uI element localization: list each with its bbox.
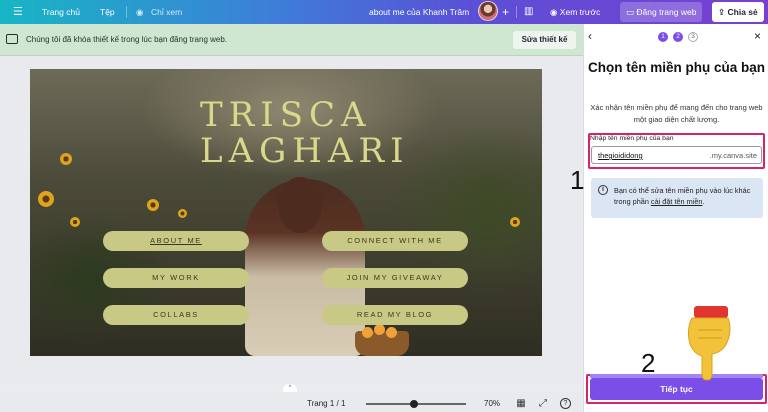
- info-icon: i: [598, 185, 608, 195]
- share-button[interactable]: ⇪ Chia sẻ: [712, 2, 764, 22]
- panel-subtitle: Xác nhận tên miền phụ để mang đến cho tr…: [590, 103, 763, 124]
- eye-icon: ◉: [136, 7, 144, 17]
- help-icon[interactable]: ?: [560, 398, 571, 409]
- nav-button-giveaway[interactable]: JOIN MY GIVEAWAY: [322, 268, 468, 288]
- publish-label: Đăng trang web: [636, 7, 697, 17]
- chevron-up-icon[interactable]: ^: [283, 384, 297, 392]
- pointing-hand-icon: [687, 306, 731, 381]
- chevron-left-icon[interactable]: ‹: [588, 29, 592, 43]
- share-label: Chia sẻ: [727, 7, 758, 17]
- nav-button-about-me[interactable]: ABOUT ME: [103, 231, 249, 251]
- close-icon[interactable]: ×: [754, 29, 761, 43]
- orange: [362, 327, 373, 338]
- annotation-step-2: 2: [641, 348, 656, 378]
- nav-button-collabs[interactable]: COLLABS: [103, 305, 249, 325]
- zoom-level[interactable]: 70%: [484, 392, 500, 412]
- bottom-bar: Trang 1 / 1 70% ▦ ⤢ ?: [0, 392, 583, 412]
- step-indicator-1: 1: [658, 32, 668, 42]
- page-indicator: Trang 1 / 1: [307, 399, 346, 408]
- sunflower-decoration: [38, 191, 54, 207]
- sunflower-decoration: [70, 217, 80, 227]
- hamburger-icon[interactable]: ☰: [13, 0, 23, 24]
- top-bar: ☰ Trang chủ Tệp ◉ Chỉ xem about me của K…: [0, 0, 768, 24]
- sunflower-decoration: [178, 209, 187, 218]
- logo-line-2: LAGHARI: [200, 131, 410, 171]
- file-menu[interactable]: Tệp: [100, 0, 115, 24]
- person-head: [278, 177, 322, 233]
- subdomain-field[interactable]: .my.canva.site: [591, 146, 762, 164]
- orange: [374, 324, 385, 335]
- avatar[interactable]: [478, 1, 498, 21]
- zoom-slider-handle[interactable]: [410, 400, 418, 408]
- notice-text: Chúng tôi đã khóa thiết kế trong lúc bạn…: [26, 35, 228, 44]
- annotation-step-1: 1: [570, 165, 585, 195]
- panel-title: Chọn tên miền phụ của bạn: [588, 60, 766, 75]
- nav-button-connect[interactable]: CONNECT WITH ME: [322, 231, 468, 251]
- info-text: Bạn có thể sửa tên miền phụ vào lúc khác…: [614, 185, 760, 207]
- home-link[interactable]: Trang chủ: [42, 0, 80, 24]
- view-mode-label: Chỉ xem: [151, 7, 183, 17]
- lock-notice-banner: Chúng tôi đã khóa thiết kế trong lúc bạn…: [0, 24, 583, 56]
- step-indicator-2: 2: [673, 32, 683, 42]
- site-logo: TRISCA LAGHARI: [200, 95, 410, 171]
- sunflower-decoration: [510, 217, 520, 227]
- info-text-end: .: [702, 197, 705, 206]
- nav-button-blog[interactable]: READ MY BLOG: [322, 305, 468, 325]
- info-box: i Bạn có thể sửa tên miền phụ vào lúc kh…: [591, 178, 763, 218]
- subdomain-label: Nhập tên miền phụ của bạn: [590, 135, 674, 142]
- plus-icon[interactable]: +: [502, 0, 509, 24]
- step-indicator-3: 3: [688, 32, 698, 42]
- subdomain-suffix: .my.canva.site: [709, 151, 757, 160]
- logo-line-1: TRISCA: [200, 95, 372, 135]
- eye-icon: ◉: [550, 7, 558, 17]
- bar-chart-icon[interactable]: ▥: [524, 0, 533, 24]
- preview-button[interactable]: ◉ Xem trước: [544, 2, 606, 22]
- edit-design-button[interactable]: Sửa thiết kế: [513, 31, 576, 49]
- design-page[interactable]: TRISCA LAGHARI ABOUT ME MY WORK COLLABS …: [30, 69, 542, 356]
- monitor-icon: ▭: [626, 7, 635, 17]
- sunflower-decoration: [60, 153, 72, 165]
- canvas-area: TRISCA LAGHARI ABOUT ME MY WORK COLLABS …: [0, 57, 583, 384]
- orange: [386, 327, 397, 338]
- fullscreen-icon[interactable]: ⤢: [536, 397, 550, 411]
- subdomain-input[interactable]: [598, 147, 688, 164]
- nav-button-my-work[interactable]: MY WORK: [103, 268, 249, 288]
- sunflower-decoration: [147, 199, 159, 211]
- domain-settings-link[interactable]: cài đặt tên miền: [651, 197, 703, 206]
- nav-button-label: ABOUT ME: [150, 236, 202, 245]
- preview-label: Xem trước: [559, 7, 601, 17]
- grid-icon[interactable]: ▦: [514, 397, 528, 411]
- topbar-divider: [126, 6, 127, 18]
- topbar-divider: [516, 6, 517, 18]
- publish-button[interactable]: ▭ Đăng trang web: [620, 2, 703, 22]
- document-title[interactable]: about me của Khanh Trâm: [369, 0, 469, 24]
- keyboard-icon: [6, 34, 18, 44]
- upload-icon: ⇪: [718, 7, 726, 17]
